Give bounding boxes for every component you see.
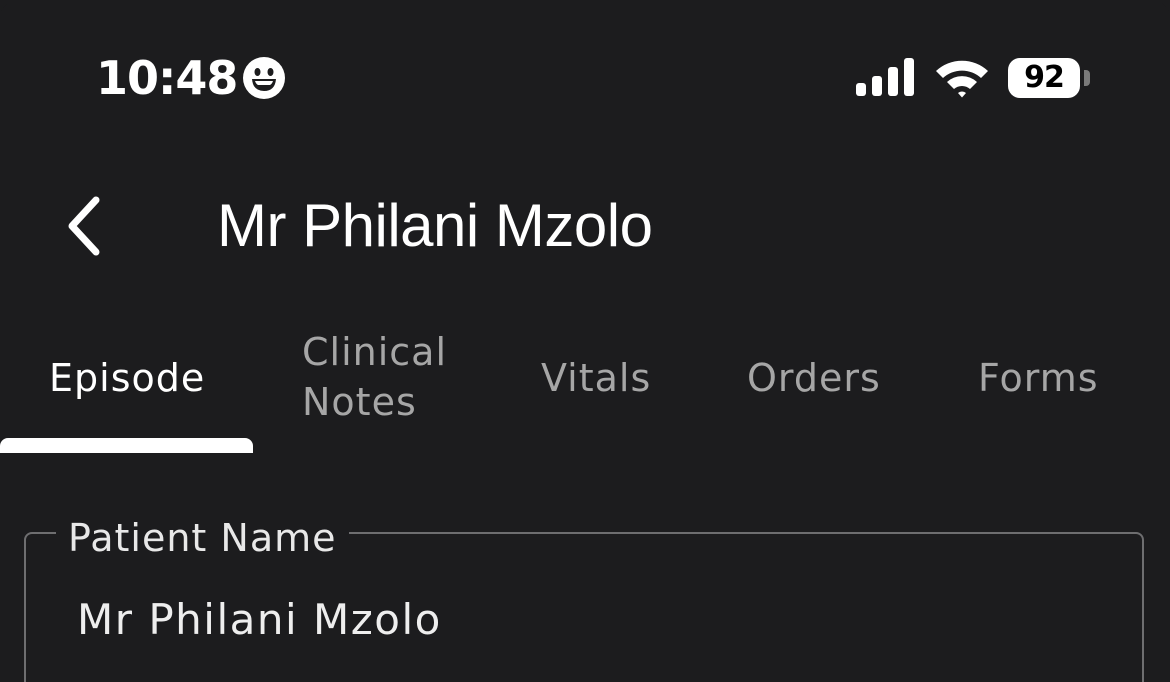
patient-name-value[interactable]: Mr Philani Mzolo bbox=[77, 594, 442, 646]
smiley-face-icon bbox=[243, 57, 285, 99]
status-time: 10:48 bbox=[96, 51, 238, 105]
tab-vitals[interactable]: Vitals bbox=[493, 320, 693, 454]
tab-bar: Episode Clinical Notes Vitals Orders For… bbox=[0, 320, 1170, 454]
battery-indicator: 92 bbox=[1008, 58, 1080, 98]
cellular-signal-icon bbox=[856, 58, 914, 96]
tab-forms[interactable]: Forms bbox=[923, 320, 1123, 454]
active-tab-indicator bbox=[0, 438, 253, 453]
tab-label: Clinical Notes bbox=[302, 330, 448, 424]
back-button[interactable] bbox=[52, 186, 122, 266]
status-bar: 10:48 92 bbox=[0, 0, 1170, 150]
page-title: Mr Philani Mzolo bbox=[217, 192, 653, 259]
patient-name-label: Patient Name bbox=[56, 516, 349, 560]
app-screen: 10:48 92 Mr Philani Mzolo Episode Clinic… bbox=[0, 0, 1170, 682]
tab-episode[interactable]: Episode bbox=[0, 320, 253, 454]
tab-label: Forms bbox=[978, 356, 1099, 400]
tab-clinical-notes[interactable]: Clinical Notes bbox=[253, 320, 493, 454]
wifi-icon bbox=[936, 60, 988, 98]
tab-label: Orders bbox=[747, 356, 881, 400]
chevron-left-icon bbox=[68, 196, 100, 256]
tab-label: Episode bbox=[49, 356, 206, 400]
battery-nub bbox=[1084, 70, 1090, 86]
tab-orders[interactable]: Orders bbox=[693, 320, 923, 454]
tab-label: Vitals bbox=[541, 356, 652, 400]
